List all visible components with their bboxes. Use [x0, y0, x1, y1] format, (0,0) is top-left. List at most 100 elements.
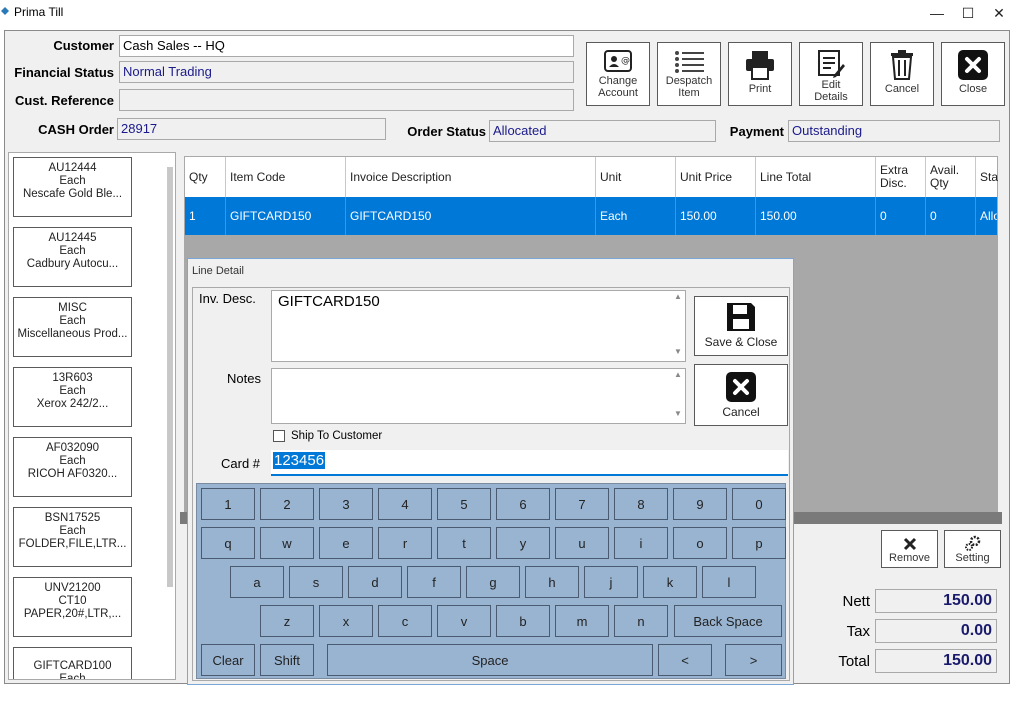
key-f[interactable]: f	[407, 566, 461, 598]
key-2[interactable]: 2	[260, 488, 314, 520]
notes-scrollbar[interactable]: ▲ ▼	[671, 370, 685, 422]
cell-avail-qty[interactable]: 0	[926, 197, 976, 235]
key-i[interactable]: i	[614, 527, 668, 559]
cust-reference-field[interactable]	[119, 89, 574, 111]
left-arrow-key[interactable]: <	[658, 644, 712, 676]
key-b[interactable]: b	[496, 605, 550, 637]
save-close-button[interactable]: Save & Close	[694, 296, 788, 356]
key-t[interactable]: t	[437, 527, 491, 559]
scroll-up-icon[interactable]: ▲	[671, 292, 685, 301]
col-unit-price[interactable]: Unit Price	[676, 157, 756, 197]
key-y[interactable]: y	[496, 527, 550, 559]
col-unit[interactable]: Unit	[596, 157, 676, 197]
product-tile[interactable]: MISC Each Miscellaneous Prod...	[13, 297, 132, 357]
col-avail-qty[interactable]: Avail. Qty	[926, 157, 976, 197]
key-0[interactable]: 0	[732, 488, 786, 520]
change-account-button[interactable]: @ Change Account	[586, 42, 650, 106]
product-tile[interactable]: AU12444 Each Nescafe Gold Ble...	[13, 157, 132, 217]
nett-label: Nett	[842, 593, 870, 610]
close-window-icon[interactable]: ✕	[986, 3, 1012, 23]
key-3[interactable]: 3	[319, 488, 373, 520]
col-invoice-description[interactable]: Invoice Description	[346, 157, 596, 197]
key-m[interactable]: m	[555, 605, 609, 637]
cell-unit-price[interactable]: 150.00	[676, 197, 756, 235]
close-button[interactable]: Close	[941, 42, 1005, 106]
clear-key[interactable]: Clear	[201, 644, 255, 676]
key-9[interactable]: 9	[673, 488, 727, 520]
key-5[interactable]: 5	[437, 488, 491, 520]
shift-key[interactable]: Shift	[260, 644, 314, 676]
product-scrollbar[interactable]	[167, 167, 173, 587]
key-1[interactable]: 1	[201, 488, 255, 520]
product-tile[interactable]: BSN17525 Each FOLDER,FILE,LTR...	[13, 507, 132, 567]
key-p[interactable]: p	[732, 527, 786, 559]
col-line-total[interactable]: Line Total	[756, 157, 876, 197]
key-c[interactable]: c	[378, 605, 432, 637]
maximize-icon[interactable]: ☐	[955, 3, 981, 23]
col-status[interactable]: Sta	[976, 157, 998, 197]
cell-unit[interactable]: Each	[596, 197, 676, 235]
col-qty[interactable]: Qty	[185, 157, 226, 197]
remove-button[interactable]: Remove	[881, 530, 938, 568]
notes-scroll-up-icon[interactable]: ▲	[671, 370, 685, 379]
key-e[interactable]: e	[319, 527, 373, 559]
product-tile[interactable]: AU12445 Each Cadbury Autocu...	[13, 227, 132, 287]
key-q[interactable]: q	[201, 527, 255, 559]
key-a[interactable]: a	[230, 566, 284, 598]
despatch-item-button[interactable]: Despatch Item	[657, 42, 721, 106]
cell-qty[interactable]: 1	[185, 197, 226, 235]
key-v[interactable]: v	[437, 605, 491, 637]
ship-to-customer-checkbox[interactable]	[273, 430, 285, 442]
key-z[interactable]: z	[260, 605, 314, 637]
key-k[interactable]: k	[643, 566, 697, 598]
notes-textarea[interactable]	[271, 368, 686, 424]
key-6[interactable]: 6	[496, 488, 550, 520]
card-number-input[interactable]: 123456	[271, 450, 788, 476]
space-key[interactable]: Space	[327, 644, 653, 676]
key-h[interactable]: h	[525, 566, 579, 598]
cell-status[interactable]: Allo	[976, 197, 997, 235]
key-l[interactable]: l	[702, 566, 756, 598]
product-unit: Each	[59, 245, 86, 257]
product-tile[interactable]: UNV21200 CT10 PAPER,20#,LTR,...	[13, 577, 132, 637]
key-d[interactable]: d	[348, 566, 402, 598]
key-o[interactable]: o	[673, 527, 727, 559]
edit-details-button[interactable]: Edit Details	[799, 42, 863, 106]
cell-invoice-description[interactable]: GIFTCARD150	[346, 197, 596, 235]
right-arrow-key[interactable]: >	[725, 644, 782, 676]
setting-button[interactable]: Setting	[944, 530, 1001, 568]
key-g[interactable]: g	[466, 566, 520, 598]
col-item-code[interactable]: Item Code	[226, 157, 346, 197]
trash-icon	[891, 50, 913, 80]
product-unit: Each	[59, 315, 86, 327]
product-tile[interactable]: GIFTCARD100 Each	[13, 647, 132, 679]
id-card-icon: @	[604, 50, 632, 72]
cell-extra-disc[interactable]: 0	[876, 197, 926, 235]
col-extra-disc[interactable]: Extra Disc.	[876, 157, 926, 197]
key-w[interactable]: w	[260, 527, 314, 559]
window-title: Prima Till	[14, 5, 64, 19]
key-n[interactable]: n	[614, 605, 668, 637]
dialog-cancel-button[interactable]: Cancel	[694, 364, 788, 426]
customer-field[interactable]: Cash Sales -- HQ	[119, 35, 574, 57]
key-4[interactable]: 4	[378, 488, 432, 520]
cancel-order-button[interactable]: Cancel	[870, 42, 934, 106]
key-7[interactable]: 7	[555, 488, 609, 520]
backspace-key[interactable]: Back Space	[674, 605, 782, 637]
product-tile[interactable]: 13R603 Each Xerox 242/2...	[13, 367, 132, 427]
key-s[interactable]: s	[289, 566, 343, 598]
key-u[interactable]: u	[555, 527, 609, 559]
product-tile[interactable]: AF032090 Each RICOH AF0320...	[13, 437, 132, 497]
cell-line-total[interactable]: 150.00	[756, 197, 876, 235]
print-button[interactable]: Print	[728, 42, 792, 106]
key-8[interactable]: 8	[614, 488, 668, 520]
notes-scroll-down-icon[interactable]: ▼	[671, 409, 685, 418]
key-j[interactable]: j	[584, 566, 638, 598]
minimize-icon[interactable]: —	[924, 3, 950, 23]
inv-desc-scrollbar[interactable]: ▲ ▼	[671, 292, 685, 360]
scroll-down-icon[interactable]: ▼	[671, 347, 685, 356]
cell-item-code[interactable]: GIFTCARD150	[226, 197, 346, 235]
inv-desc-textarea[interactable]: GIFTCARD150	[271, 290, 686, 362]
key-r[interactable]: r	[378, 527, 432, 559]
key-x[interactable]: x	[319, 605, 373, 637]
